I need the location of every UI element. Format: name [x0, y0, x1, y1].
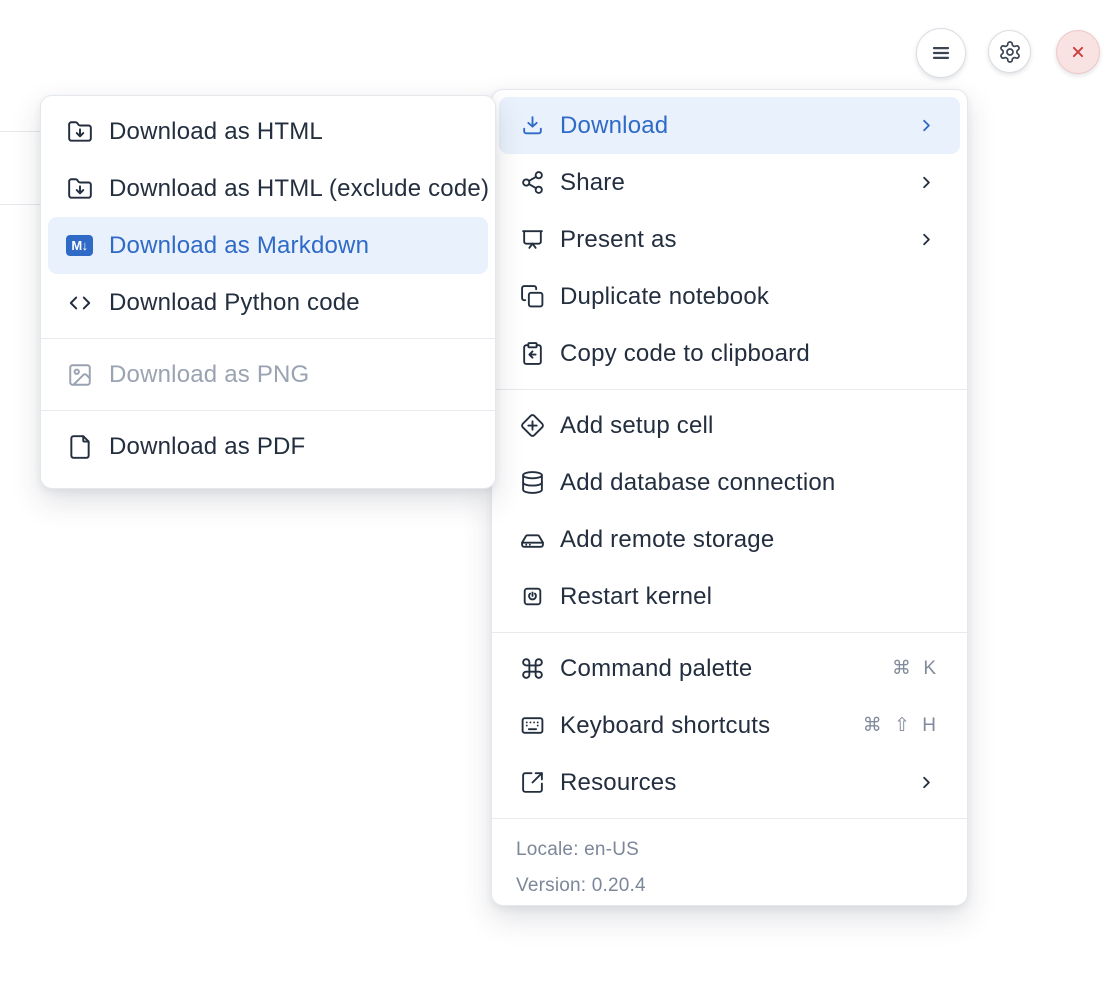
menu-item-label: Duplicate notebook — [560, 283, 936, 311]
notebook-menu-button[interactable] — [916, 28, 966, 78]
menu-item-duplicate-notebook[interactable]: Duplicate notebook — [492, 268, 967, 325]
command-icon — [519, 656, 546, 681]
notebook-actions-menu: Download Share Present as — [491, 89, 968, 906]
folder-down-icon — [66, 119, 93, 145]
markdown-icon: M↓ — [66, 235, 93, 256]
menu-divider — [41, 410, 495, 411]
menu-item-share[interactable]: Share — [492, 154, 967, 211]
menu-divider — [492, 818, 967, 819]
menu-item-add-setup-cell[interactable]: Add setup cell — [492, 397, 967, 454]
menu-item-label: Add setup cell — [560, 412, 936, 440]
share-icon — [519, 170, 546, 195]
menu-item-label: Present as — [560, 226, 903, 254]
background-cell-border — [0, 131, 41, 132]
menu-item-download[interactable]: Download — [499, 97, 960, 154]
shutdown-button[interactable] — [1056, 30, 1100, 74]
keyboard-shortcut-hint: ⌘ ⇧ H — [863, 714, 936, 737]
menu-item-command-palette[interactable]: Command palette ⌘ K — [492, 640, 967, 697]
menu-item-restart-kernel[interactable]: Restart kernel — [492, 568, 967, 625]
keyboard-shortcut-hint: ⌘ K — [892, 657, 936, 680]
menu-divider — [492, 389, 967, 390]
menu-item-download-as-markdown[interactable]: M↓ Download as Markdown — [48, 217, 488, 274]
menu-item-present-as[interactable]: Present as — [492, 211, 967, 268]
menu-item-label: Resources — [560, 769, 903, 797]
file-icon — [66, 434, 93, 460]
menu-item-add-database-connection[interactable]: Add database connection — [492, 454, 967, 511]
settings-button[interactable] — [988, 30, 1031, 73]
menu-item-download-as-pdf[interactable]: Download as PDF — [41, 418, 495, 475]
download-submenu: Download as HTML Download as HTML (exclu… — [40, 95, 496, 489]
menu-item-label: Keyboard shortcuts — [560, 712, 849, 740]
menu-item-add-remote-storage[interactable]: Add remote storage — [492, 511, 967, 568]
menu-item-label: Add database connection — [560, 469, 936, 497]
menu-divider — [492, 632, 967, 633]
menu-item-download-as-html[interactable]: Download as HTML — [41, 103, 495, 160]
external-link-icon — [519, 770, 546, 795]
menu-item-label: Add remote storage — [560, 526, 936, 554]
menu-item-label: Download as PDF — [109, 433, 481, 461]
menu-item-label: Download Python code — [109, 289, 481, 317]
gear-icon — [998, 40, 1022, 64]
menu-item-download-as-html-exclude-code[interactable]: Download as HTML (exclude code) — [41, 160, 495, 217]
menu-item-label: Share — [560, 169, 903, 197]
background-cell-border — [0, 204, 41, 205]
diamond-plus-icon — [519, 413, 546, 438]
menu-item-keyboard-shortcuts[interactable]: Keyboard shortcuts ⌘ ⇧ H — [492, 697, 967, 754]
chevron-right-icon — [917, 173, 936, 192]
menu-item-label: Copy code to clipboard — [560, 340, 936, 368]
close-icon — [1067, 41, 1089, 63]
code-icon — [66, 290, 93, 316]
menu-item-copy-code[interactable]: Copy code to clipboard — [492, 325, 967, 382]
keyboard-icon — [519, 713, 546, 738]
version-text: Version: 0.20.4 — [516, 875, 943, 897]
hard-drive-icon — [519, 527, 546, 552]
chevron-right-icon — [917, 116, 936, 135]
markdown-badge: M↓ — [66, 235, 93, 256]
menu-item-download-as-png[interactable]: Download as PNG — [41, 346, 495, 403]
menu-item-label: Restart kernel — [560, 583, 936, 611]
duplicate-icon — [519, 284, 546, 309]
database-icon — [519, 470, 546, 495]
power-square-icon — [519, 584, 546, 609]
menu-footer: Locale: en-US Version: 0.20.4 — [492, 826, 967, 903]
locale-text: Locale: en-US — [516, 839, 943, 861]
clipboard-copy-icon — [519, 341, 546, 366]
menu-item-label: Download as HTML (exclude code) — [109, 175, 489, 203]
chevron-right-icon — [917, 230, 936, 249]
folder-down-icon — [66, 176, 93, 202]
chevron-right-icon — [917, 773, 936, 792]
menu-item-download-python-code[interactable]: Download Python code — [41, 274, 495, 331]
menu-item-label: Download as Markdown — [109, 232, 481, 260]
menu-divider — [41, 338, 495, 339]
image-icon — [66, 362, 93, 388]
menu-item-label: Command palette — [560, 655, 878, 683]
menu-item-label: Download as HTML — [109, 118, 481, 146]
menu-item-label: Download as PNG — [109, 361, 481, 389]
menu-item-resources[interactable]: Resources — [492, 754, 967, 811]
hamburger-icon — [928, 40, 954, 66]
app-background: Download Share Present as — [0, 0, 1118, 984]
menu-item-label: Download — [560, 112, 903, 140]
presentation-icon — [519, 227, 546, 252]
download-icon — [519, 113, 546, 138]
